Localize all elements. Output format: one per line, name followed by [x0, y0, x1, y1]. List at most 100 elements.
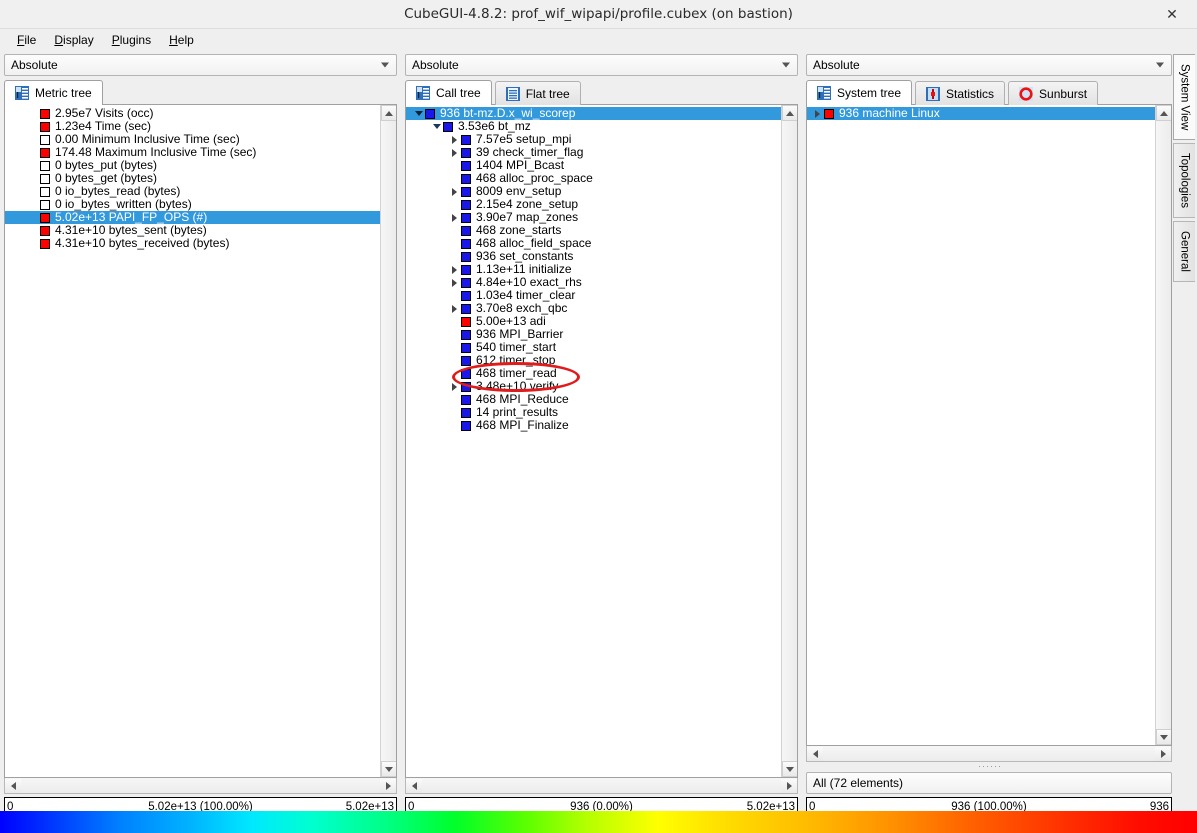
menu-plugins[interactable]: Plugins	[103, 31, 160, 49]
scroll-down-button[interactable]	[782, 761, 798, 777]
tree-row[interactable]: 612 timer_stop	[406, 354, 781, 367]
tree-row[interactable]: 3.53e6 bt_mz	[406, 120, 781, 133]
chevron-right-icon[interactable]	[448, 185, 461, 198]
scroll-up-button[interactable]	[782, 105, 798, 121]
scroll-up-button[interactable]	[381, 105, 397, 121]
tree-row[interactable]: 1404 MPI_Bcast	[406, 159, 781, 172]
expander-placeholder	[448, 341, 461, 354]
sidetab-system-view[interactable]: System View	[1173, 54, 1195, 140]
expander-placeholder	[448, 224, 461, 237]
calltree-panel: Absolute Call tree	[403, 54, 800, 833]
tree-row[interactable]: 540 timer_start	[406, 341, 781, 354]
expander-placeholder	[27, 159, 40, 172]
metric-tree-hscrollbar[interactable]	[4, 778, 397, 794]
tree-row[interactable]: 1.03e4 timer_clear	[406, 289, 781, 302]
calltree-value-max: 5.02e+13	[747, 801, 795, 813]
tree-row[interactable]: 1.13e+11 initialize	[406, 263, 781, 276]
tab-sunburst[interactable]: Sunburst	[1008, 81, 1098, 105]
chevron-right-icon[interactable]	[448, 263, 461, 276]
tree-row[interactable]: 468 alloc_proc_space	[406, 172, 781, 185]
call-tree-list[interactable]: 936 bt-mz.D.x_wi_scorep3.53e6 bt_mz7.57e…	[406, 105, 781, 777]
scroll-right-button[interactable]	[380, 779, 396, 793]
chevron-right-icon[interactable]	[811, 107, 824, 120]
call-tree-hscrollbar[interactable]	[405, 778, 798, 794]
metric-tabstrip: Metric tree	[4, 80, 397, 105]
chevron-right-icon[interactable]	[448, 211, 461, 224]
tree-row[interactable]: 468 alloc_field_space	[406, 237, 781, 250]
scroll-left-button[interactable]	[807, 747, 823, 761]
call-tree-vscrollbar[interactable]	[781, 105, 797, 777]
system-tree-hscrollbar[interactable]	[806, 746, 1172, 762]
metric-tree-list[interactable]: 2.95e7 Visits (occ)1.23e4 Time (sec)0.00…	[5, 105, 380, 777]
chevron-down-icon	[1156, 63, 1164, 68]
scroll-right-button[interactable]	[1155, 747, 1171, 761]
severity-swatch	[40, 122, 50, 132]
chevron-right-icon[interactable]	[448, 302, 461, 315]
side-tabbar: System View Topologies General	[1173, 54, 1197, 285]
chevron-right-icon[interactable]	[448, 276, 461, 289]
chevron-down-icon[interactable]	[412, 107, 425, 120]
tree-row[interactable]: 14 print_results	[406, 406, 781, 419]
metric-tree-panel: 2.95e7 Visits (occ)1.23e4 Time (sec)0.00…	[4, 104, 397, 778]
metric-tree-vscrollbar[interactable]	[380, 105, 396, 777]
scroll-down-button[interactable]	[381, 761, 397, 777]
severity-swatch	[461, 200, 471, 210]
chevron-right-icon[interactable]	[448, 380, 461, 393]
scroll-right-button[interactable]	[781, 779, 797, 793]
close-icon[interactable]: ✕	[1155, 0, 1189, 29]
severity-swatch	[461, 239, 471, 249]
chevron-right-icon[interactable]	[448, 146, 461, 159]
scroll-down-button[interactable]	[1156, 729, 1172, 745]
tree-row[interactable]: 3.48e+10 verify	[406, 380, 781, 393]
tree-row[interactable]: 7.57e5 setup_mpi	[406, 133, 781, 146]
tree-row[interactable]: 468 MPI_Reduce	[406, 393, 781, 406]
scroll-left-button[interactable]	[5, 779, 21, 793]
chevron-down-icon[interactable]	[430, 120, 443, 133]
severity-swatch	[425, 109, 435, 119]
tree-row[interactable]: 936 MPI_Barrier	[406, 328, 781, 341]
severity-swatch	[461, 317, 471, 327]
tab-system-tree-label: System tree	[837, 86, 901, 100]
tab-flat-tree[interactable]: Flat tree	[495, 81, 581, 105]
chevron-right-icon[interactable]	[448, 133, 461, 146]
tree-row[interactable]: 8009 env_setup	[406, 185, 781, 198]
window-title: CubeGUI-4.8.2: prof_wif_wipapi/profile.c…	[404, 6, 793, 22]
sidetab-topologies[interactable]: Topologies	[1173, 143, 1195, 218]
system-tree-vscrollbar[interactable]	[1155, 105, 1171, 745]
tree-row[interactable]: 936 machine Linux	[807, 107, 1155, 120]
tree-row[interactable]: 468 zone_starts	[406, 224, 781, 237]
severity-swatch	[461, 356, 471, 366]
tab-system-tree[interactable]: System tree	[806, 80, 912, 105]
menu-help[interactable]: Help	[160, 31, 203, 49]
sidetab-general[interactable]: General	[1173, 221, 1195, 282]
tree-row[interactable]: 39 check_timer_flag	[406, 146, 781, 159]
tab-statistics[interactable]: Statistics	[915, 81, 1005, 105]
menu-display[interactable]: Display	[45, 31, 102, 49]
tree-icon	[15, 86, 29, 100]
expander-placeholder	[448, 367, 461, 380]
system-mode-combo[interactable]: Absolute	[806, 54, 1172, 76]
system-panel-splitter[interactable]	[806, 763, 1172, 769]
tree-row[interactable]: 3.70e8 exch_qbc	[406, 302, 781, 315]
system-tree-list[interactable]: 936 machine Linux	[807, 105, 1155, 745]
menu-file[interactable]: FFileile	[8, 31, 45, 49]
severity-swatch	[461, 330, 471, 340]
tree-row[interactable]: 936 set_constants	[406, 250, 781, 263]
metric-mode-combo[interactable]: Absolute	[4, 54, 397, 76]
tree-row[interactable]: 468 MPI_Finalize	[406, 419, 781, 432]
tab-call-tree[interactable]: Call tree	[405, 80, 492, 105]
tree-row[interactable]: 5.00e+13 adi	[406, 315, 781, 328]
calltree-mode-combo[interactable]: Absolute	[405, 54, 798, 76]
tree-row-label: 468 MPI_Finalize	[475, 419, 569, 432]
tree-row[interactable]: 468 timer_read	[406, 367, 781, 380]
system-filter-combo[interactable]: All (72 elements)	[806, 772, 1172, 794]
tree-row[interactable]: 2.15e4 zone_setup	[406, 198, 781, 211]
scroll-left-button[interactable]	[406, 779, 422, 793]
tree-row[interactable]: 3.90e7 map_zones	[406, 211, 781, 224]
tree-row[interactable]: 4.84e+10 exact_rhs	[406, 276, 781, 289]
scroll-up-button[interactable]	[1156, 105, 1172, 121]
tab-metric-tree[interactable]: Metric tree	[4, 80, 103, 105]
severity-swatch	[461, 291, 471, 301]
severity-swatch	[40, 200, 50, 210]
tree-row[interactable]: 4.31e+10 bytes_received (bytes)	[5, 237, 380, 250]
